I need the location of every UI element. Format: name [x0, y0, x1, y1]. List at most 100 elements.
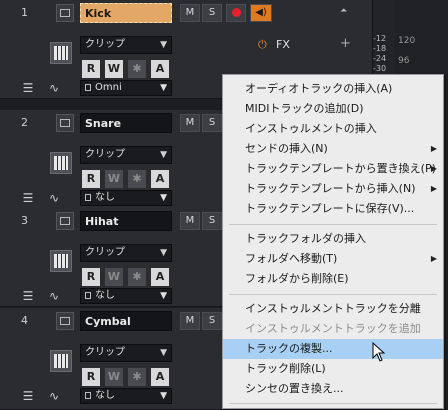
menu-item-insert-from-template[interactable]: トラックテンプレートから挿入(N) ▶ — [223, 179, 443, 199]
read-automation-button[interactable]: R — [82, 368, 100, 386]
piano-icon[interactable] — [50, 42, 72, 64]
meter-tick: -12 — [373, 34, 387, 43]
eq-icon[interactable]: ☰ — [18, 80, 38, 96]
power-icon[interactable]: ⏻ — [258, 38, 267, 52]
star-button[interactable]: ✱ — [128, 60, 146, 78]
track-type-icon[interactable] — [56, 312, 74, 330]
port-icon — [85, 292, 91, 299]
input-port-selector[interactable]: なし ▼ — [80, 190, 172, 206]
meter-value: 96 — [398, 56, 410, 66]
meter-value: 120 — [398, 36, 416, 46]
context-menu[interactable]: オーディオトラックの挿入(A) MIDIトラックの追加(D) インストゥルメント… — [222, 74, 444, 409]
input-echo-button[interactable]: ◀) — [250, 4, 272, 22]
menu-item-add-instrument-track: インストゥルメントトラックを追加 — [223, 319, 443, 339]
auto-button[interactable]: A — [151, 60, 169, 78]
fx-add-button[interactable]: + — [340, 36, 351, 51]
write-automation-button[interactable]: W — [105, 368, 123, 386]
menu-item-duplicate-track[interactable]: トラックの複製... — [223, 339, 443, 359]
port-label: なし — [95, 390, 115, 401]
clip-selector[interactable]: クリップ ▼ — [80, 344, 172, 362]
piano-icon[interactable] — [50, 250, 72, 272]
submenu-arrow-icon: ▶ — [430, 184, 437, 193]
eq-icon[interactable]: ☰ — [18, 190, 38, 206]
track-name-field[interactable]: Snare — [80, 113, 172, 133]
chevron-down-icon: ▼ — [160, 248, 167, 258]
track-name-field[interactable]: Cymbal — [80, 311, 172, 331]
menu-item-replace-synth[interactable]: シンセの置き換え... — [223, 379, 443, 399]
track-number: 4 — [21, 314, 28, 327]
meter-tick: -30 — [373, 64, 387, 73]
port-label: Omni — [95, 82, 122, 93]
write-automation-button[interactable]: W — [105, 60, 123, 78]
menu-item-insert-audio-track[interactable]: オーディオトラックの挿入(A) — [223, 79, 443, 99]
menu-item-label: トラックテンプレートから挿入(N) — [245, 182, 416, 195]
clip-selector[interactable]: クリップ ▼ — [80, 146, 172, 164]
menu-separator — [229, 403, 437, 404]
menu-item-label: インストゥルメントトラックを追加 — [245, 322, 421, 335]
mute-button[interactable]: M — [180, 4, 200, 22]
eq-icon[interactable]: ☰ — [18, 288, 38, 304]
mute-button[interactable]: M — [180, 312, 200, 330]
speaker-icon: ◀) — [255, 7, 267, 18]
eq-icon[interactable]: ☰ — [18, 388, 38, 404]
solo-button[interactable]: S — [202, 114, 222, 132]
track-number: 2 — [21, 116, 28, 129]
envelope-icon[interactable]: ∿ — [44, 190, 64, 206]
star-button[interactable]: ✱ — [128, 170, 146, 188]
auto-button[interactable]: A — [151, 368, 169, 386]
clip-label: クリップ — [85, 149, 125, 160]
solo-button[interactable]: S — [202, 312, 222, 330]
menu-item-label: MIDIトラックの追加(D) — [245, 102, 364, 115]
star-button[interactable]: ✱ — [128, 268, 146, 286]
auto-button[interactable]: A — [151, 170, 169, 188]
menu-item-label: トラックフォルダの挿入 — [245, 232, 366, 245]
menu-item-add-midi-track[interactable]: MIDIトラックの追加(D) — [223, 99, 443, 119]
mute-button[interactable]: M — [180, 114, 200, 132]
solo-button[interactable]: S — [202, 4, 222, 22]
clip-label: クリップ — [85, 39, 125, 50]
menu-item-save-to-template[interactable]: トラックテンプレートに保存(V)... — [223, 199, 443, 219]
track-type-icon[interactable] — [56, 212, 74, 230]
port-label: なし — [95, 192, 115, 203]
track-name-field[interactable]: Hihat — [80, 211, 172, 231]
read-automation-button[interactable]: R — [82, 60, 100, 78]
port-icon — [85, 392, 91, 399]
menu-item-remove-from-folder[interactable]: フォルダから削除(E) — [223, 269, 443, 289]
star-button[interactable]: ✱ — [128, 368, 146, 386]
input-port-selector[interactable]: Omni ▼ — [80, 80, 172, 96]
collapse-icon[interactable]: ⏶ — [340, 6, 347, 16]
track-type-icon[interactable] — [56, 114, 74, 132]
solo-button[interactable]: S — [202, 212, 222, 230]
clip-selector[interactable]: クリップ ▼ — [80, 36, 172, 54]
clip-selector[interactable]: クリップ ▼ — [80, 244, 172, 262]
track-type-icon[interactable] — [56, 4, 74, 22]
chevron-down-icon: ▼ — [160, 391, 167, 401]
record-arm-button[interactable] — [226, 4, 246, 22]
menu-item-delete-track[interactable]: トラック削除(L) — [223, 359, 443, 379]
read-automation-button[interactable]: R — [82, 170, 100, 188]
input-port-selector[interactable]: なし ▼ — [80, 388, 172, 404]
envelope-icon[interactable]: ∿ — [44, 288, 64, 304]
auto-button[interactable]: A — [151, 268, 169, 286]
write-automation-button[interactable]: W — [105, 268, 123, 286]
meter-tick: -18 — [373, 44, 387, 53]
envelope-icon[interactable]: ∿ — [44, 388, 64, 404]
envelope-icon[interactable]: ∿ — [44, 80, 64, 96]
mute-button[interactable]: M — [180, 212, 200, 230]
menu-item-split-instrument-track[interactable]: インストゥルメントトラックを分離 — [223, 299, 443, 319]
menu-item-insert-send[interactable]: センドの挿入(N) ▶ — [223, 139, 443, 159]
menu-item-replace-from-template[interactable]: トラックテンプレートから置き換え(P) ▶ — [223, 159, 443, 179]
write-automation-button[interactable]: W — [105, 170, 123, 188]
read-automation-button[interactable]: R — [82, 268, 100, 286]
input-port-selector[interactable]: なし ▼ — [80, 288, 172, 304]
menu-item-insert-track-folder[interactable]: トラックフォルダの挿入 — [223, 229, 443, 249]
piano-icon[interactable] — [50, 350, 72, 372]
track-name-field[interactable]: Kick — [80, 3, 172, 23]
fx-label: FX — [276, 38, 290, 51]
menu-item-move-to-folder[interactable]: フォルダへ移動(T) ▶ — [223, 249, 443, 269]
menu-item-label: センドの挿入(N) — [245, 142, 328, 155]
piano-icon[interactable] — [50, 152, 72, 174]
menu-item-label: インストゥルメントの挿入 — [245, 122, 377, 135]
menu-item-insert-instrument[interactable]: インストゥルメントの挿入 — [223, 119, 443, 139]
track-number: 1 — [21, 6, 28, 19]
